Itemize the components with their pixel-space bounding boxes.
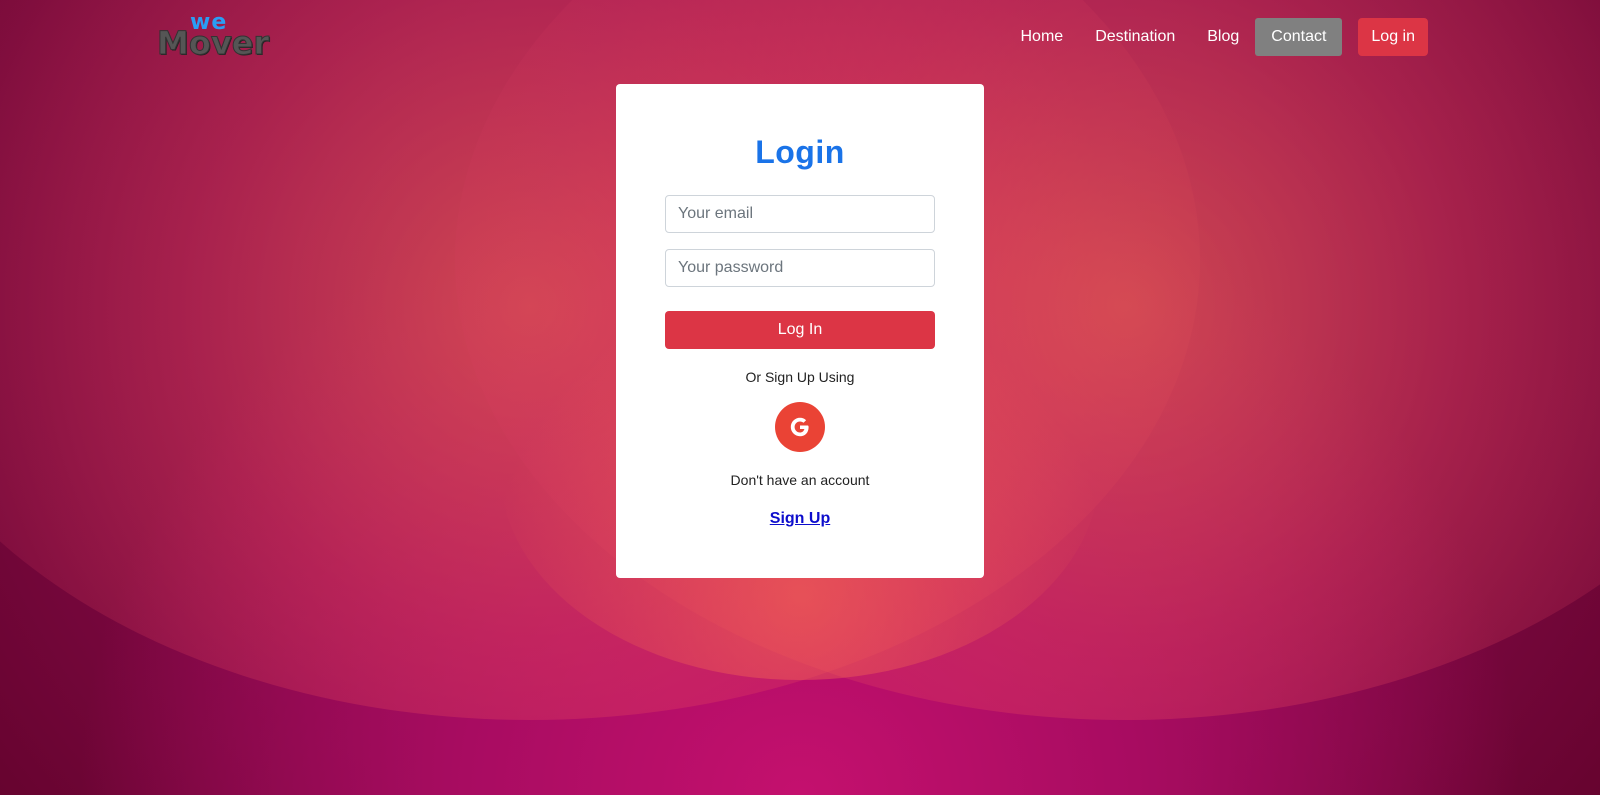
nav-login-button[interactable]: Log in	[1358, 18, 1428, 56]
google-g-icon	[790, 417, 809, 437]
signup-link[interactable]: Sign Up	[770, 510, 830, 527]
nav-blog[interactable]: Blog	[1191, 18, 1255, 56]
google-signin-button[interactable]	[775, 402, 825, 452]
signup-wrapper: Sign Up	[616, 508, 984, 528]
nav-home[interactable]: Home	[1005, 18, 1080, 56]
no-account-text: Don't have an account	[730, 472, 870, 488]
email-input[interactable]	[665, 195, 935, 233]
login-card: Login Log In Or Sign Up Using Don't have…	[616, 84, 984, 578]
alt-signup-text: Or Sign Up Using	[745, 369, 855, 385]
password-input[interactable]	[665, 249, 935, 287]
login-title: Login	[755, 134, 845, 170]
nav-destination[interactable]: Destination	[1079, 18, 1191, 56]
top-nav: Home Destination Blog Contact Log in	[1005, 18, 1428, 56]
logo-bottom-text: Mover	[156, 24, 270, 63]
nav-contact[interactable]: Contact	[1255, 18, 1343, 56]
login-submit-button[interactable]: Log In	[665, 311, 935, 349]
brand-logo[interactable]: we Mover	[156, 10, 282, 63]
